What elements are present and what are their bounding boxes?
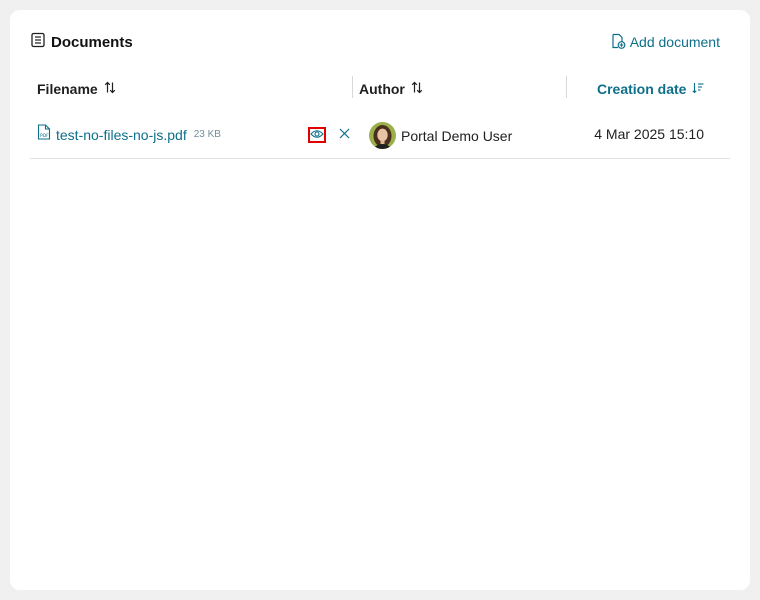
panel-title-group: Documents (30, 32, 133, 53)
column-label: Author (359, 81, 405, 97)
sort-descending-icon (692, 81, 704, 97)
author-name: Portal Demo User (401, 127, 513, 144)
eye-icon (310, 126, 324, 144)
column-divider (352, 76, 353, 98)
panel-header: Documents Add document (30, 30, 730, 54)
remove-document-button[interactable] (337, 127, 351, 143)
document-list-icon (30, 32, 46, 53)
table-header: Filename Author Creation date (30, 74, 730, 104)
file-name: test-no-files-no-js.pdf (56, 126, 187, 143)
documents-table: Filename Author Creation date PDF test-n… (30, 74, 730, 159)
sort-arrows-icon (411, 81, 423, 97)
table-row: PDF test-no-files-no-js.pdf 23 KB Portal… (30, 104, 730, 159)
author-cell: Portal Demo User (369, 122, 512, 149)
view-document-button[interactable] (308, 127, 326, 143)
column-header-author[interactable]: Author (359, 74, 423, 104)
column-label: Filename (37, 81, 98, 97)
add-document-button[interactable]: Add document (610, 33, 720, 52)
column-header-creation-date[interactable]: Creation date (597, 74, 704, 104)
column-header-filename[interactable]: Filename (37, 74, 116, 104)
close-icon (339, 126, 350, 144)
add-document-label: Add document (629, 34, 720, 50)
add-document-icon (610, 33, 626, 52)
documents-panel: Documents Add document Filename Author C… (10, 10, 750, 590)
file-size: 23 KB (193, 129, 221, 140)
creation-date: 4 Mar 2025 15:10 (594, 126, 704, 142)
avatar (369, 122, 396, 149)
sort-arrows-icon (104, 81, 116, 97)
column-label: Creation date (597, 81, 687, 97)
file-link[interactable]: PDF test-no-files-no-js.pdf 23 KB (37, 124, 221, 145)
column-divider (566, 76, 567, 98)
pdf-file-icon: PDF (37, 124, 51, 145)
panel-title: Documents (51, 33, 133, 51)
svg-text:PDF: PDF (40, 133, 49, 139)
